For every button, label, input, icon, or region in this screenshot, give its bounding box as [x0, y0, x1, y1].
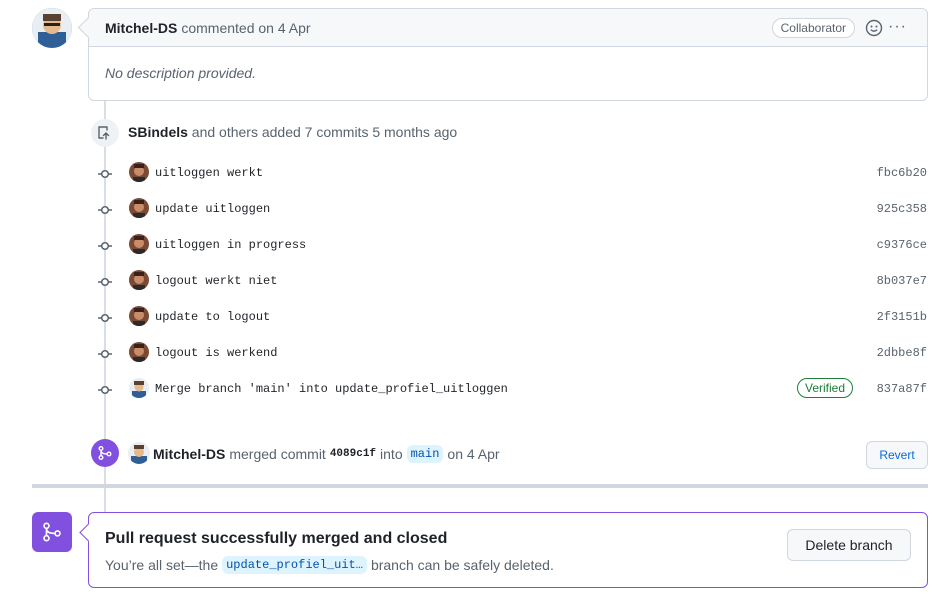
smiley-icon[interactable]	[865, 19, 883, 37]
commit-node-icon	[98, 275, 112, 289]
avatar[interactable]	[129, 198, 149, 218]
merged-description: You’re all set—the update_profiel_uit… b…	[105, 556, 554, 574]
commit-sha[interactable]: fbc6b20	[877, 166, 927, 180]
avatar[interactable]	[129, 162, 149, 182]
verified-badge[interactable]: Verified	[797, 378, 854, 398]
comment-meta[interactable]: commented on 4 Apr	[181, 20, 310, 36]
commit-sha[interactable]: 8b037e7	[877, 274, 927, 288]
commit-sha[interactable]: 2dbbe8f	[877, 346, 927, 360]
commit-node-icon	[98, 167, 112, 181]
commits-header: SBindels and others added 7 commits 5 mo…	[128, 124, 457, 140]
timeline-separator	[32, 484, 928, 488]
collaborator-badge: Collaborator	[771, 18, 855, 38]
commit-message[interactable]: uitloggen in progress	[155, 238, 306, 252]
commit-sha[interactable]: 837a87f	[877, 382, 927, 396]
comment-header: Mitchel-DS commented on 4 Apr Collaborat…	[89, 9, 927, 47]
comment-box: Mitchel-DS commented on 4 Apr Collaborat…	[88, 8, 928, 101]
commits-header-text: and others added 7 commits 5 months ago	[191, 124, 458, 140]
kebab-horizontal-icon[interactable]: ···	[888, 18, 907, 36]
avatar[interactable]	[129, 234, 149, 254]
commit-node-icon	[98, 347, 112, 361]
comment-body: No description provided.	[105, 65, 256, 81]
merge-event-text: Mitchel-DS merged commit 4089c1f into ma…	[153, 445, 500, 463]
commit-sha[interactable]: 925c358	[877, 202, 927, 216]
commit-node-icon	[98, 203, 112, 217]
merge-action: merged commit	[229, 446, 326, 462]
avatar[interactable]	[129, 342, 149, 362]
commit-row: uitloggen werkt fbc6b20	[0, 162, 939, 184]
branch-name[interactable]: update_profiel_uit…	[222, 556, 367, 574]
commits-header-author[interactable]: SBindels	[128, 124, 188, 140]
repo-push-icon	[91, 119, 119, 147]
delete-branch-button[interactable]: Delete branch	[787, 529, 911, 561]
commit-sha[interactable]: c9376ce	[877, 238, 927, 252]
merged-title: Pull request successfully merged and clo…	[105, 530, 448, 547]
timeline-line	[104, 100, 106, 485]
comment-author[interactable]: Mitchel-DS	[105, 20, 177, 36]
avatar[interactable]	[128, 442, 150, 464]
commit-message[interactable]: Merge branch 'main' into update_profiel_…	[155, 382, 508, 396]
timeline-line	[104, 488, 106, 512]
merge-into: into	[380, 446, 403, 462]
avatar[interactable]	[129, 378, 149, 398]
commit-sha[interactable]: 2f3151b	[877, 310, 927, 324]
commit-row: Merge branch 'main' into update_profiel_…	[0, 378, 939, 400]
merged-desc-prefix: You’re all set—the	[105, 557, 219, 573]
merged-desc-suffix: branch can be safely deleted.	[370, 557, 554, 573]
merge-commit-sha[interactable]: 4089c1f	[330, 448, 376, 460]
git-merge-icon	[32, 512, 72, 552]
merge-author[interactable]: Mitchel-DS	[153, 446, 225, 462]
commit-message[interactable]: update uitloggen	[155, 202, 270, 216]
avatar[interactable]	[32, 8, 72, 48]
commit-row: logout werkt niet 8b037e7	[0, 270, 939, 292]
commit-node-icon	[98, 311, 112, 325]
commit-message[interactable]: update to logout	[155, 310, 270, 324]
commit-message[interactable]: logout werkt niet	[155, 274, 277, 288]
git-merge-icon	[91, 439, 119, 467]
commit-row: update uitloggen 925c358	[0, 198, 939, 220]
branch-name[interactable]: main	[406, 445, 444, 463]
commit-row: logout is werkend 2dbbe8f	[0, 342, 939, 364]
commit-message[interactable]: logout is werkend	[155, 346, 277, 360]
commit-node-icon	[98, 383, 112, 397]
merge-date[interactable]: on 4 Apr	[447, 446, 499, 462]
avatar[interactable]	[129, 270, 149, 290]
commit-row: uitloggen in progress c9376ce	[0, 234, 939, 256]
avatar[interactable]	[129, 306, 149, 326]
commit-node-icon	[98, 239, 112, 253]
revert-button[interactable]: Revert	[866, 441, 928, 469]
commit-row: update to logout 2f3151b	[0, 306, 939, 328]
commit-message[interactable]: uitloggen werkt	[155, 166, 263, 180]
merged-status-box: Pull request successfully merged and clo…	[88, 512, 928, 588]
